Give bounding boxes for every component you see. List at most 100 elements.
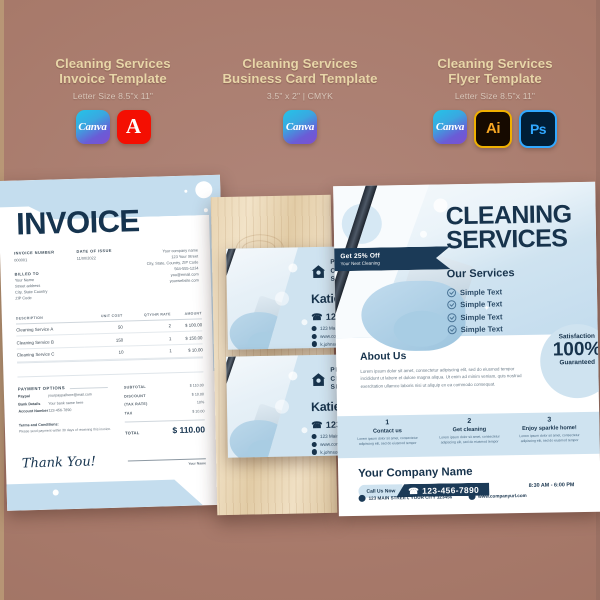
cell-amount: $ 100.00 <box>170 318 203 333</box>
decor-dot <box>301 319 308 326</box>
guarantee-bottom-label: Guaranteed <box>559 358 596 367</box>
mockup-canvas: Cleaning Services Invoice Template Lette… <box>0 0 600 600</box>
bcard-template-subtitle: 3.5" x 2" | CMYK <box>266 90 334 101</box>
payment-key: Bank Details <box>18 401 41 407</box>
flyer-template-subtitle: Letter Size 8.5"x 11" <box>454 90 536 101</box>
step-title: Get cleaning <box>452 426 487 434</box>
bcard-title-line1: Cleaning Services <box>242 56 358 71</box>
payment-options: PAYMENT OPTIONS Paypal yourpaypalhere@ma… <box>18 384 123 413</box>
phone-icon: ☎ <box>311 311 323 323</box>
flyer-format-badges: Canva Ai Ps <box>400 109 590 148</box>
payment-row: Paypal yourpaypalhere@mail.com <box>18 392 122 399</box>
flyer-title: CLEANING SERVICES <box>445 200 600 254</box>
service-label: Simple Text <box>459 286 503 297</box>
decor-dot <box>274 399 290 414</box>
photoshop-badge-label: Ps <box>529 120 547 137</box>
divider <box>17 371 204 378</box>
canva-badge: Canva <box>75 109 110 144</box>
check-circle-icon <box>447 312 457 323</box>
decor-dot <box>207 313 212 318</box>
illustrator-badge: Ai <box>474 109 512 148</box>
step-text: Lorem ipsum dolor sit amet, consectetur … <box>519 433 580 444</box>
invoice-totals: SUBTOTAL $ 110.00 DISCOUNT $ 10.00 (TAX … <box>124 381 206 437</box>
step-title: Contact us <box>372 428 402 435</box>
decor-dot <box>419 230 428 238</box>
envelope-icon <box>311 449 318 455</box>
bcard-template-title: Cleaning Services Business Card Template <box>205 56 395 87</box>
bcard-format-badges: Canva <box>205 109 395 144</box>
cell-qty: 1 <box>123 344 172 359</box>
gloved-hand-detail <box>248 332 278 350</box>
flyer-company-name: Your Company Name <box>358 465 473 480</box>
invoice-template-subtitle: Letter Size 8.5"x 11" <box>72 90 154 101</box>
check-circle-icon <box>447 300 457 310</box>
about-section: About Us Lorem ipsum dolor sit amet, con… <box>360 349 531 390</box>
grand-total-value: $ 110.00 <box>172 424 206 436</box>
step-number: 3 <box>547 416 552 424</box>
flyer-mockup: ✦ ✦ Get 25% Off Your Next Cleaning CLEAN… <box>333 181 600 517</box>
grand-total-key: TOTAL <box>125 430 140 436</box>
service-label: Simple Text <box>460 299 503 310</box>
steps-section: 1 Contact us Lorem ipsum dolor sit amet,… <box>337 411 600 459</box>
canva-badge: Canva <box>433 109 467 144</box>
grand-total-row: TOTAL $ 110.00 <box>124 419 206 437</box>
decor-dot <box>274 291 290 306</box>
cell-unit-cost: 150 <box>84 333 124 348</box>
invoice-title-line1: Cleaning Services <box>55 56 171 71</box>
guarantee-value: 100% <box>552 338 600 361</box>
check-circle-icon <box>446 287 457 297</box>
satisfaction-badge: Satisfaction 100% Guaranteed <box>539 323 600 399</box>
cell-unit-cost: 50 <box>83 320 124 335</box>
payment-value: 123-456-7890 <box>48 408 72 413</box>
phone-icon: ☎ <box>311 419 323 431</box>
flyer-website-text: www.companyurl.com <box>478 492 527 499</box>
invoice-number-label: INVOICE NUMBER <box>13 249 55 256</box>
location-pin-icon <box>311 433 318 439</box>
step-number: 1 <box>385 419 390 427</box>
total-value: 10% <box>196 400 205 406</box>
flyer-footer: 123 MAIN STREET, YOUR CITY 123456 www.co… <box>358 492 527 502</box>
invoice-format-badges: Canva A <box>18 109 208 144</box>
signature-block: Your Name <box>127 458 206 467</box>
services-heading: Our Services <box>446 267 515 281</box>
flyer-address-text: 123 MAIN STREET, YOUR CITY 123456 <box>368 494 453 501</box>
step-number: 2 <box>467 417 472 426</box>
canva-badge: Canva <box>283 109 317 144</box>
terms-text: Please send payment within 30 days of re… <box>18 426 112 434</box>
invoice-date-value: 11/00/2022 <box>76 254 96 261</box>
invoice-number-value: 000001 <box>14 256 28 263</box>
service-item: Simple Text <box>447 311 597 323</box>
location-pin-icon <box>358 494 366 502</box>
step-text: Lorem ipsum dolor sit amet, consectetur … <box>439 434 500 445</box>
globe-icon <box>311 333 318 339</box>
check-circle-icon <box>447 325 457 335</box>
invoice-title-line2: Invoice Template <box>59 71 167 87</box>
canva-badge-label: Canva <box>285 120 315 133</box>
header-column-invoice: Cleaning Services Invoice Template Lette… <box>18 56 208 144</box>
flyer-title-line1: Cleaning Services <box>437 56 553 71</box>
flyer-template-title: Cleaning Services Flyer Template <box>400 56 590 87</box>
decor-dot <box>288 263 298 273</box>
header-section: Cleaning Services Invoice Template Lette… <box>0 56 600 176</box>
location-pin-icon <box>311 325 318 331</box>
cell-unit-cost: 10 <box>84 346 124 360</box>
business-hours: 8:30 AM - 6:00 PM <box>528 482 575 489</box>
total-value: $ 110.00 <box>189 383 204 389</box>
invoice-company-block: Your company name 123 Your Street City, … <box>110 245 199 285</box>
payment-value: yourpaypalhere@mail.com <box>47 392 92 399</box>
total-key: TAX <box>124 411 133 416</box>
invoice-items-table: DESCRIPTION UNIT COST QTY/HR RATE AMOUNT… <box>15 311 203 362</box>
photoshop-badge: Ps <box>519 109 557 148</box>
about-heading: About Us <box>360 351 407 363</box>
ribbon-sub-text: Your Next Cleaning <box>340 260 380 267</box>
header-column-flyer: Cleaning Services Flyer Template Letter … <box>400 56 590 148</box>
house-logo-icon <box>311 265 326 279</box>
globe-icon <box>311 441 318 447</box>
cell-amount: $ 150.00 <box>171 331 203 345</box>
thank-you-text: Thank You! <box>21 454 97 472</box>
total-key: (TAX RATE) <box>124 402 148 408</box>
envelope-icon <box>311 341 318 347</box>
service-label: Simple Text <box>460 312 503 322</box>
payment-heading: PAYMENT OPTIONS <box>18 384 122 391</box>
invoice-title: INVOICE <box>15 203 140 242</box>
